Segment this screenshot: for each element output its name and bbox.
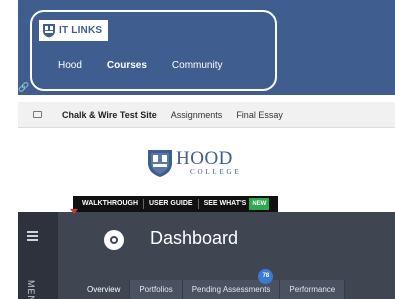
tab-overview[interactable]: Overview bbox=[78, 280, 131, 299]
red-marker bbox=[70, 209, 78, 214]
breadcrumb-assignments[interactable]: Assignments bbox=[171, 110, 223, 120]
link-icon[interactable]: 🔗 bbox=[18, 82, 29, 93]
page-title: Dashboard bbox=[150, 228, 239, 248]
app-frame: IT LINKS Hood Courses Community 🔗 Chalk … bbox=[18, 0, 395, 299]
college-shield-icon bbox=[148, 150, 172, 177]
shield-icon bbox=[43, 24, 55, 38]
new-badge: NEW bbox=[249, 198, 270, 210]
user-guide-button[interactable]: USER GUIDE bbox=[144, 199, 199, 209]
top-nav: Hood Courses Community bbox=[58, 60, 248, 71]
nav-hood[interactable]: Hood bbox=[58, 60, 82, 71]
course-menu-icon[interactable] bbox=[33, 111, 42, 118]
logo-subtitle: COLLEGE bbox=[190, 168, 242, 176]
breadcrumb-final-essay[interactable]: Final Essay bbox=[236, 110, 283, 120]
nav-community[interactable]: Community bbox=[172, 60, 223, 71]
nav-courses[interactable]: Courses bbox=[107, 60, 147, 71]
tab-performance[interactable]: Performance bbox=[280, 280, 346, 299]
side-menu[interactable]: MENU bbox=[18, 212, 58, 299]
tab-pending-assessments-label: Pending Assessments bbox=[191, 285, 271, 294]
logo-name: HOOD bbox=[176, 148, 233, 169]
hamburger-icon[interactable] bbox=[27, 231, 38, 243]
tab-pending-assessments[interactable]: Pending Assessments 78 bbox=[182, 269, 281, 299]
tab-portfolios-label: Portfolios bbox=[139, 285, 173, 294]
breadcrumb-site[interactable]: Chalk & Wire Test Site bbox=[62, 110, 157, 120]
dashboard-gauge-icon bbox=[104, 230, 124, 250]
course-breadcrumb-bar: Chalk & Wire Test Site Assignments Final… bbox=[18, 102, 395, 128]
tab-overview-label: Overview bbox=[87, 285, 121, 294]
hood-college-logo: HOOD COLLEGE bbox=[146, 148, 241, 178]
it-links-label: IT LINKS bbox=[59, 25, 103, 36]
see-whats-label: SEE WHAT'S bbox=[203, 200, 247, 207]
tab-portfolios[interactable]: Portfolios bbox=[130, 280, 183, 299]
dashboard-tabs: Overview Portfolios Pending Assessments … bbox=[78, 269, 346, 299]
pending-count-badge: 78 bbox=[258, 269, 274, 284]
it-links-button[interactable]: IT LINKS bbox=[39, 20, 109, 41]
menu-label: MENU bbox=[26, 280, 36, 299]
top-header: IT LINKS Hood Courses Community 🔗 bbox=[18, 0, 395, 95]
see-whats-new-button[interactable]: SEE WHAT'S NEW bbox=[199, 198, 275, 210]
walkthrough-bar: WALKTHROUGH USER GUIDE SEE WHAT'S NEW bbox=[73, 196, 279, 212]
tab-performance-label: Performance bbox=[289, 285, 336, 294]
walkthrough-button[interactable]: WALKTHROUGH bbox=[77, 199, 144, 209]
